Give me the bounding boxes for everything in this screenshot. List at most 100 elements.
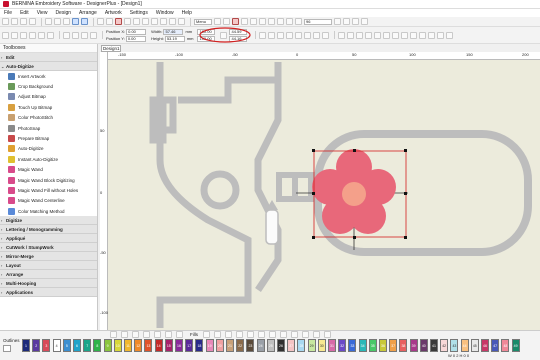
sculpture-fill-icon[interactable] xyxy=(247,331,254,338)
pattern-icon[interactable] xyxy=(324,331,331,338)
color-swatch[interactable]: 27 xyxy=(287,339,296,352)
slow-redraw-icon[interactable] xyxy=(124,18,131,25)
mirror-h-icon[interactable] xyxy=(81,31,88,39)
radial-fill-icon[interactable] xyxy=(302,331,309,338)
color-swatch[interactable]: 15 xyxy=(164,339,173,352)
reshape-icon[interactable] xyxy=(20,31,27,39)
color-swatch[interactable]: 2 xyxy=(32,339,41,352)
color-swatch[interactable]: 30 xyxy=(317,339,326,352)
show-artwork-icon[interactable] xyxy=(133,18,140,25)
contour-fill-icon[interactable] xyxy=(291,331,298,338)
color-swatch[interactable]: 21 xyxy=(226,339,234,352)
color-swatch[interactable]: 31 xyxy=(328,339,336,352)
wave-fill-icon[interactable] xyxy=(280,331,287,338)
color-swatch[interactable]: 29 xyxy=(307,339,316,352)
group-cutwork[interactable]: › CutWork / StumpWork xyxy=(0,243,97,253)
menu-artwork[interactable]: Artwork xyxy=(105,10,122,16)
open-icon[interactable] xyxy=(11,18,18,25)
fabric-icon[interactable] xyxy=(295,18,302,25)
height-field[interactable]: 53.19 xyxy=(164,35,185,42)
satin-stitch-icon[interactable] xyxy=(121,331,128,338)
blanket-icon[interactable] xyxy=(383,31,391,39)
cross-stitch-icon[interactable] xyxy=(236,331,243,338)
rotate-left-icon[interactable] xyxy=(63,31,70,39)
cut-icon[interactable] xyxy=(45,18,52,25)
color-swatch[interactable]: 6 xyxy=(73,339,81,352)
color-swatch[interactable]: 18 xyxy=(195,339,204,352)
color-swatch[interactable]: 44 xyxy=(460,339,469,352)
group-edit[interactable]: › Edit xyxy=(0,53,97,62)
fill-pattern-icon[interactable] xyxy=(410,31,418,39)
copy-icon[interactable] xyxy=(54,18,61,25)
color-swatch[interactable]: 28 xyxy=(297,339,306,352)
zoom-in-icon[interactable] xyxy=(343,18,350,25)
group-auto-digitize[interactable]: ⌄ Auto-Digitize xyxy=(0,62,97,71)
design-properties-icon[interactable] xyxy=(214,18,221,25)
tool-color-photostitch[interactable]: Color PhotoStitch xyxy=(0,113,97,123)
export-icon[interactable] xyxy=(286,18,293,25)
color-swatch[interactable]: 24 xyxy=(256,339,265,352)
stitch-count-field[interactable]: 96 xyxy=(304,18,332,25)
menu-window[interactable]: Window xyxy=(156,10,174,16)
group-mirror-merge[interactable]: › Mirror-Merge xyxy=(0,252,97,262)
tool-magic-wand-block[interactable]: Magic Wand Block Digitizing xyxy=(0,175,97,185)
motif-icon[interactable] xyxy=(392,31,400,39)
color-swatch[interactable]: 36 xyxy=(379,339,387,352)
color-swatch[interactable]: 34 xyxy=(358,339,367,352)
group-applique[interactable]: › Appliqué xyxy=(0,234,97,244)
mirror-icon[interactable] xyxy=(259,18,266,25)
color-swatch[interactable]: 16 xyxy=(175,339,183,352)
save-icon[interactable] xyxy=(20,18,27,25)
settings-icon[interactable] xyxy=(277,18,284,25)
group-layout[interactable]: › Layout xyxy=(0,261,97,271)
align-middle-icon[interactable] xyxy=(295,31,303,39)
color-film-icon[interactable] xyxy=(223,18,230,25)
hoop-select-icon[interactable] xyxy=(334,18,341,25)
color-swatch[interactable]: 23 xyxy=(246,339,255,352)
knife-icon[interactable] xyxy=(29,31,36,39)
color-swatch[interactable]: 26 xyxy=(277,339,285,352)
ripple-fill-icon[interactable] xyxy=(269,331,276,338)
tool-crop-background[interactable]: Crop Background xyxy=(0,81,97,91)
satin-icon[interactable] xyxy=(347,31,355,39)
color-swatch[interactable]: 4 xyxy=(52,339,61,352)
extra-icon[interactable] xyxy=(446,31,454,39)
no-color-icon[interactable] xyxy=(3,345,11,352)
color-swatch[interactable]: 17 xyxy=(185,339,194,352)
align-bottom-icon[interactable] xyxy=(304,31,312,39)
tool-magic-wand-fill[interactable]: Magic Wand Fill without Holes xyxy=(0,185,97,195)
color-swatch[interactable]: 22 xyxy=(236,339,245,352)
rotate-right-icon[interactable] xyxy=(72,31,79,39)
tool-insert-artwork[interactable]: Insert Artwork xyxy=(0,71,97,81)
select-arrow-icon[interactable] xyxy=(2,31,9,39)
tool-adjust-bitmap[interactable]: Adjust Bitmap xyxy=(0,92,97,102)
paste-icon[interactable] xyxy=(63,18,70,25)
stitch-player-icon[interactable] xyxy=(115,18,122,25)
zoom-out-icon[interactable] xyxy=(352,18,359,25)
tool-photosnap[interactable]: PhotoSnap xyxy=(0,123,97,133)
redo-icon[interactable] xyxy=(81,18,88,25)
more-icon[interactable] xyxy=(437,31,445,39)
color-swatch[interactable]: 3 xyxy=(42,339,51,352)
color-swatch[interactable]: 41 xyxy=(430,339,438,352)
menu-settings[interactable]: Settings xyxy=(130,10,148,16)
color-swatch[interactable]: 13 xyxy=(144,339,153,352)
stitch-type-icon[interactable] xyxy=(338,31,346,39)
menu-help[interactable]: Help xyxy=(182,10,192,16)
overview-icon[interactable] xyxy=(232,18,239,25)
blanket-stitch-icon[interactable] xyxy=(154,331,161,338)
gradient-fill-icon[interactable] xyxy=(225,331,232,338)
color-icon[interactable] xyxy=(419,31,427,39)
group-digitize[interactable]: › Digitize xyxy=(0,216,97,226)
color-swatch[interactable]: 49 xyxy=(511,339,520,352)
color-swatch[interactable]: 47 xyxy=(491,339,500,352)
space-icon[interactable] xyxy=(322,31,330,39)
flip-icon[interactable] xyxy=(241,18,248,25)
color-swatch[interactable]: 5 xyxy=(62,339,71,352)
tool-prepare-bitmap[interactable]: Prepare Bitmap xyxy=(0,133,97,143)
group-icon[interactable] xyxy=(38,31,45,39)
align-top-icon[interactable] xyxy=(286,31,294,39)
color-swatch[interactable]: 35 xyxy=(368,339,377,352)
new-icon[interactable] xyxy=(2,18,9,25)
3d-view-icon[interactable] xyxy=(151,18,158,25)
